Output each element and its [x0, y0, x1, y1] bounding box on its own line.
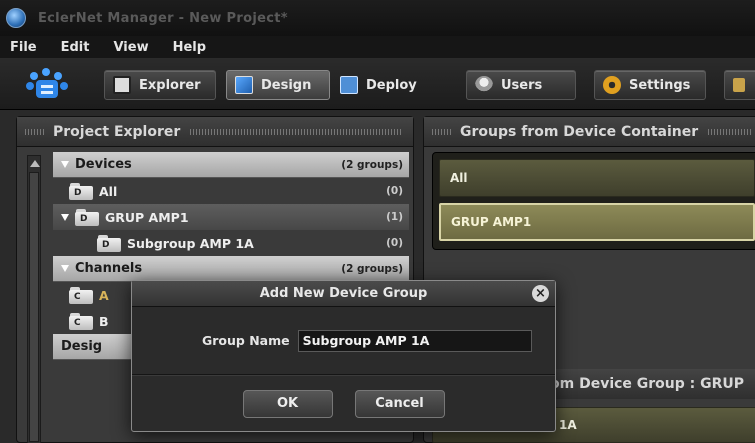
- ok-button[interactable]: OK: [242, 389, 333, 418]
- menu-file[interactable]: File: [10, 40, 37, 55]
- scroll-thumb[interactable]: [29, 172, 39, 442]
- lock-icon: [733, 78, 745, 92]
- channel-a-label: A: [99, 287, 109, 303]
- explorer-label: Explorer: [139, 77, 201, 93]
- grip-handle[interactable]: [25, 128, 45, 135]
- folder-icon: D: [75, 208, 99, 226]
- explorer-button[interactable]: Explorer: [104, 70, 216, 100]
- settings-label: Settings: [629, 77, 691, 93]
- design-icon: [235, 76, 253, 94]
- design-section-label: Desig: [61, 339, 103, 354]
- project-explorer-title: Project Explorer: [53, 123, 181, 140]
- tree-item-subgroup[interactable]: D Subgroup AMP 1A (0): [53, 230, 409, 256]
- close-icon[interactable]: ×: [532, 285, 549, 302]
- channel-b-label: B: [99, 313, 109, 329]
- grip-handle[interactable]: [432, 128, 452, 135]
- gear-icon: [603, 76, 621, 94]
- lock-button[interactable]: [724, 70, 755, 100]
- scrollbar[interactable]: [27, 155, 41, 443]
- subgroup-label: Subgroup AMP 1A: [127, 235, 254, 251]
- deploy-icon: [340, 76, 358, 94]
- menu-bar: File Edit View Help: [0, 36, 755, 58]
- add-device-group-dialog: Add New Device Group × Group Name OK Can…: [131, 280, 556, 432]
- dialog-footer: OK Cancel: [132, 375, 555, 431]
- tree-item-grup-amp1[interactable]: D GRUP AMP1 (1): [53, 204, 409, 230]
- expand-arrow-icon[interactable]: [61, 265, 69, 272]
- expand-arrow-icon[interactable]: [61, 213, 69, 221]
- users-icon: [475, 76, 493, 94]
- settings-button[interactable]: Settings: [594, 70, 706, 100]
- dialog-title: Add New Device Group: [259, 286, 428, 301]
- grup-amp1-label: GRUP AMP1: [105, 209, 189, 225]
- folder-icon: C: [69, 312, 93, 330]
- folder-icon: C: [69, 286, 93, 304]
- tree-item-all[interactable]: D All (0): [53, 178, 409, 204]
- grup-amp1-count: (1): [386, 211, 403, 223]
- folder-icon: D: [97, 234, 121, 252]
- group-item-grup-amp1[interactable]: GRUP AMP1: [439, 203, 755, 241]
- groups-list: All GRUP AMP1: [432, 152, 755, 250]
- title-bar: EclerNet Manager - New Project*: [0, 0, 755, 36]
- explorer-icon: [113, 76, 131, 94]
- users-button[interactable]: Users: [466, 70, 576, 100]
- toolbar: Explorer Design Deploy Users Settings: [0, 58, 755, 110]
- eclernet-logo-icon: [26, 68, 68, 98]
- app-icon: [6, 8, 26, 28]
- folder-icon: D: [69, 182, 93, 200]
- groups-panel-title: Groups from Device Container: [460, 123, 699, 140]
- menu-edit[interactable]: Edit: [61, 40, 90, 55]
- design-label: Design: [261, 77, 312, 93]
- all-label: All: [99, 183, 118, 199]
- menu-help[interactable]: Help: [173, 40, 206, 55]
- grip-handle-right: [190, 128, 403, 135]
- group-item-all[interactable]: All: [439, 159, 755, 197]
- group-name-label: Group Name: [202, 333, 290, 348]
- menu-view[interactable]: View: [113, 40, 148, 55]
- tree-section-channels[interactable]: Channels (2 groups): [53, 256, 409, 282]
- design-button[interactable]: Design: [226, 70, 330, 100]
- subgroup-count: (0): [386, 237, 403, 249]
- deploy-label: Deploy: [366, 77, 417, 93]
- groups-panel-header: Groups from Device Container: [424, 117, 755, 147]
- project-explorer-header: Project Explorer: [17, 117, 413, 147]
- dialog-header: Add New Device Group ×: [132, 281, 555, 307]
- channels-count: (2 groups): [341, 262, 403, 275]
- users-label: Users: [501, 77, 543, 93]
- group-name-input[interactable]: [297, 329, 532, 352]
- cancel-button[interactable]: Cancel: [354, 389, 445, 418]
- devices-count: (2 groups): [341, 158, 403, 171]
- dialog-body: Group Name: [132, 307, 555, 375]
- grip-handle-right: [708, 128, 752, 135]
- channels-label: Channels: [75, 261, 143, 276]
- window-title: EclerNet Manager - New Project*: [38, 10, 288, 26]
- scroll-up-arrow-icon[interactable]: [30, 160, 40, 167]
- devices-label: Devices: [75, 157, 132, 172]
- all-count: (0): [386, 185, 403, 197]
- deploy-button[interactable]: Deploy: [332, 70, 436, 100]
- expand-arrow-icon[interactable]: [61, 161, 69, 168]
- tree-section-devices[interactable]: Devices (2 groups): [53, 152, 409, 178]
